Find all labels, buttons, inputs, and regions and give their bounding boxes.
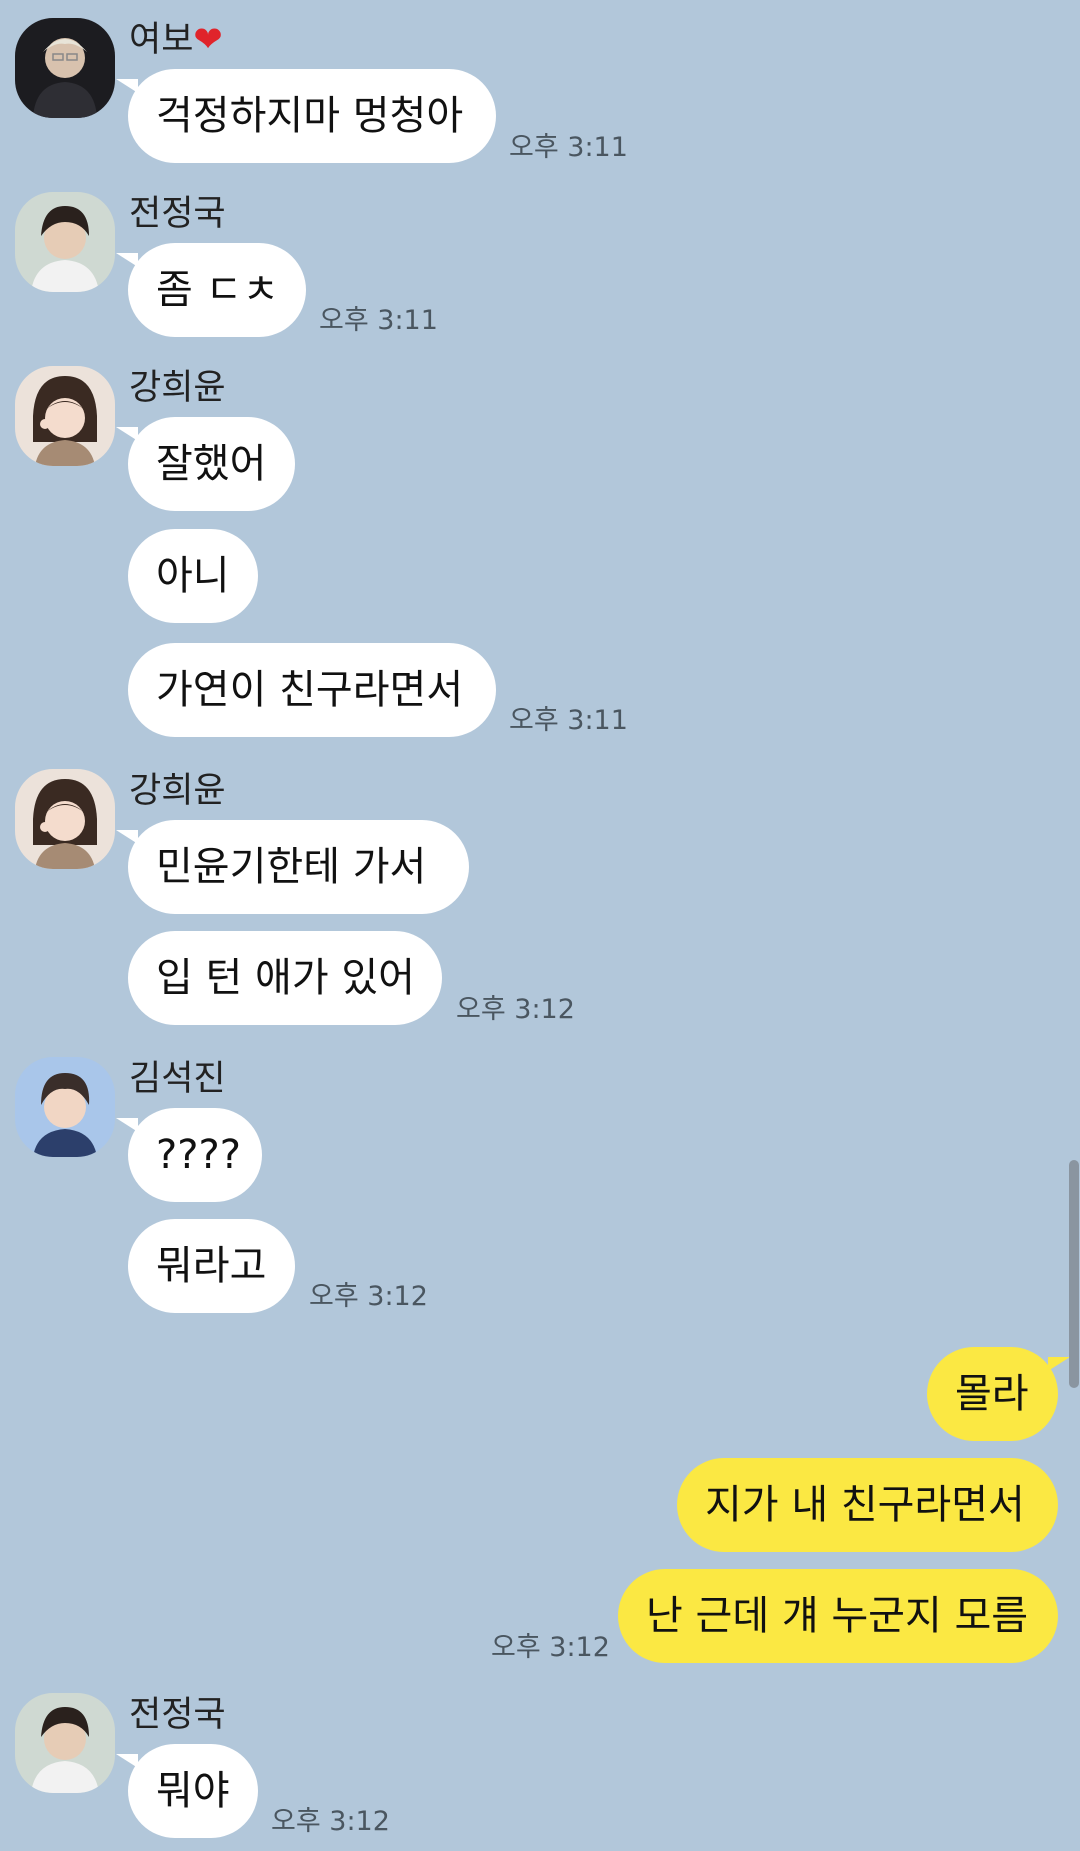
sender-name: 김석진	[129, 1059, 226, 1099]
message-text: 난 근데 걔 누군지 모름	[646, 1593, 1029, 1639]
message-text: 입 턴 애가 있어	[156, 955, 415, 1001]
sender-name: 전정국	[129, 1695, 226, 1735]
message-text: 민윤기한테 가서	[156, 844, 427, 890]
message-text: 가연이 친구라면서	[156, 667, 464, 713]
sender-name: 강희윤	[129, 771, 226, 811]
avatar-yeobo[interactable]	[15, 18, 115, 118]
message-bubble[interactable]: 좀 ㄷㅊ	[116, 243, 306, 337]
sender-name: 여보❤	[129, 20, 223, 60]
message-time: 오후 3:12	[456, 994, 575, 1025]
avatar-jeon-jungkook[interactable]	[15, 1693, 115, 1793]
message-bubble[interactable]: 민윤기한테 가서	[116, 820, 469, 914]
message-text: 좀 ㄷㅊ	[156, 267, 280, 313]
message-time: 오후 3:11	[509, 705, 628, 736]
message-text: 지가 내 친구라면서	[705, 1482, 1025, 1528]
sender-name: 강희윤	[129, 368, 226, 408]
message-text: 몰라	[955, 1371, 1029, 1417]
message-bubble[interactable]: 걱정하지마 멍청아	[116, 69, 496, 163]
message-bubble[interactable]: 잘했어	[116, 417, 295, 511]
my-message-bubble[interactable]: 난 근데 걔 누군지 모름	[618, 1569, 1058, 1663]
my-message-bubble[interactable]: 지가 내 친구라면서	[677, 1458, 1058, 1552]
avatar-jeon-jungkook[interactable]	[15, 192, 115, 292]
message-time: 오후 3:12	[309, 1281, 428, 1312]
scrollbar[interactable]	[1069, 1160, 1079, 1388]
message-time: 오후 3:12	[271, 1806, 390, 1837]
red-heart-icon: ❤	[193, 20, 223, 60]
message-bubble[interactable]: 아니	[128, 529, 258, 623]
message-bubble[interactable]: 뭐야	[116, 1744, 258, 1838]
message-text: ????	[156, 1132, 241, 1178]
message-bubble[interactable]: 뭐라고	[128, 1219, 295, 1313]
chat-message-list[interactable]: 여보❤ 걱정하지마 멍청아 오후 3:11 전정국 좀 ㄷㅊ 오후 3:11 강…	[0, 0, 1080, 1851]
message-time: 오후 3:12	[491, 1632, 610, 1663]
sender-name: 전정국	[129, 194, 226, 234]
message-bubble[interactable]: 입 턴 애가 있어	[128, 931, 442, 1025]
avatar-kang-heeyoon[interactable]	[15, 366, 115, 466]
message-time: 오후 3:11	[319, 305, 438, 336]
message-bubble[interactable]: 가연이 친구라면서	[128, 643, 496, 737]
avatar-kang-heeyoon[interactable]	[15, 769, 115, 869]
message-bubble[interactable]: ????	[116, 1108, 262, 1202]
message-text: 뭐야	[156, 1768, 230, 1814]
avatar-kim-seokjin[interactable]	[15, 1057, 115, 1157]
message-text: 잘했어	[156, 441, 267, 487]
my-message-bubble[interactable]: 몰라	[927, 1347, 1070, 1441]
message-text: 뭐라고	[156, 1243, 267, 1289]
message-time: 오후 3:11	[509, 132, 628, 163]
message-text: 아니	[156, 553, 230, 599]
message-text: 걱정하지마 멍청아	[156, 93, 464, 139]
